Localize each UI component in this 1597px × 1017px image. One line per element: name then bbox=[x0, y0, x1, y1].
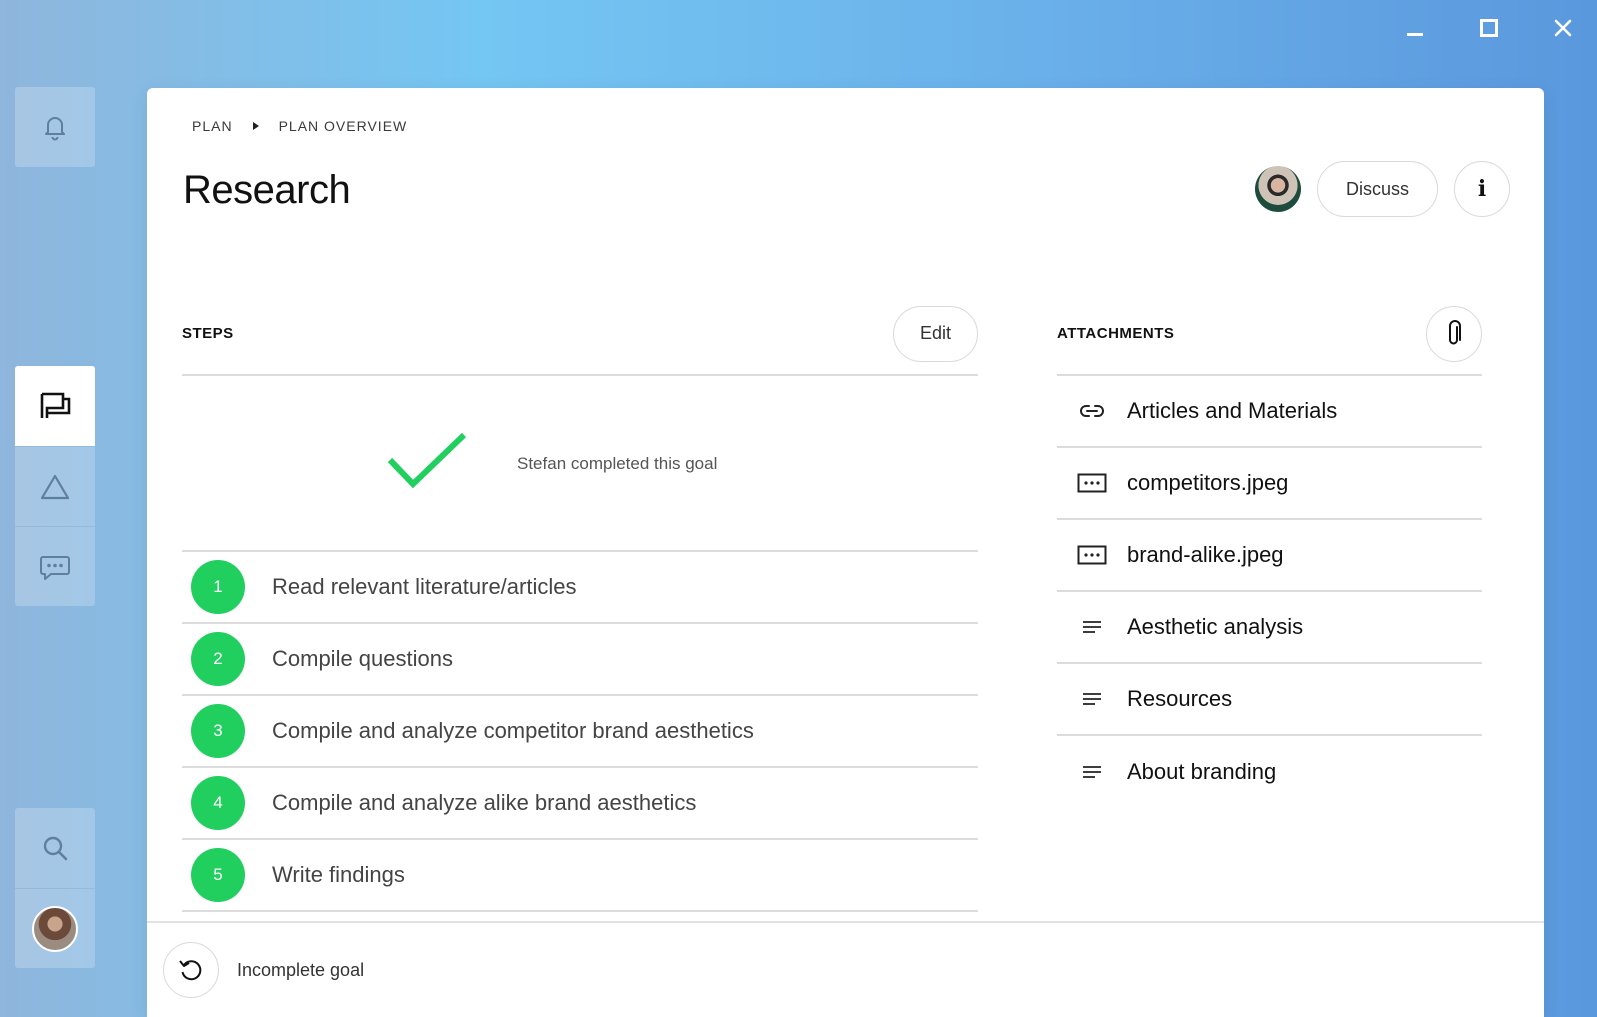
step-row[interactable]: 2 Compile questions bbox=[182, 624, 978, 696]
rail-goals[interactable] bbox=[15, 446, 95, 526]
attach-button[interactable] bbox=[1426, 305, 1482, 362]
attachment-item[interactable]: Resources bbox=[1057, 664, 1482, 736]
triangle-icon bbox=[40, 474, 70, 499]
info-button[interactable]: i bbox=[1454, 161, 1510, 217]
info-icon: i bbox=[1477, 176, 1487, 202]
attachment-name: brand-alike.jpeg bbox=[1127, 542, 1284, 567]
minimize-icon bbox=[1407, 33, 1423, 36]
document-lines-icon bbox=[1083, 693, 1101, 705]
avatar[interactable] bbox=[1254, 166, 1301, 212]
rail-profile[interactable] bbox=[15, 888, 95, 968]
attachment-name: Resources bbox=[1127, 686, 1233, 711]
attachments-panel: ATTACHMENTS Articles and Materials compe… bbox=[1057, 293, 1482, 808]
step-number-badge[interactable]: 4 bbox=[191, 776, 245, 830]
minimize-button[interactable] bbox=[1401, 14, 1429, 42]
document-lines-icon bbox=[1083, 766, 1101, 778]
close-button[interactable] bbox=[1549, 14, 1577, 42]
step-text: Compile questions bbox=[272, 646, 453, 671]
rail-middle-group bbox=[15, 366, 95, 606]
step-row[interactable]: 4 Compile and analyze alike brand aesthe… bbox=[182, 768, 978, 840]
rail-bottom-group bbox=[15, 808, 95, 968]
checkmark-icon bbox=[387, 432, 467, 489]
maximize-button[interactable] bbox=[1475, 14, 1503, 42]
attachment-item[interactable]: competitors.jpeg bbox=[1057, 448, 1482, 520]
step-text: Compile and analyze alike brand aestheti… bbox=[272, 790, 697, 815]
rail-top-group bbox=[15, 87, 95, 167]
rail-chat[interactable] bbox=[15, 526, 95, 606]
search-icon bbox=[43, 836, 68, 861]
rail-plans[interactable] bbox=[15, 366, 95, 446]
step-row[interactable]: 5 Write findings bbox=[182, 840, 978, 912]
attachments-header: ATTACHMENTS bbox=[1057, 293, 1482, 376]
flag-icon bbox=[40, 392, 71, 418]
breadcrumb-plan[interactable]: PLAN bbox=[192, 118, 233, 134]
step-text: Write findings bbox=[272, 862, 405, 887]
incomplete-goal-button[interactable] bbox=[163, 942, 219, 998]
document-lines-icon bbox=[1083, 621, 1101, 633]
attachment-item[interactable]: Aesthetic analysis bbox=[1057, 592, 1482, 664]
steps-label: STEPS bbox=[182, 325, 234, 342]
header-actions: Discuss i bbox=[1254, 161, 1510, 217]
attachment-name: Aesthetic analysis bbox=[1127, 614, 1304, 639]
steps-header: STEPS Edit bbox=[182, 293, 978, 376]
step-row[interactable]: 3 Compile and analyze competitor brand a… bbox=[182, 696, 978, 768]
avatar bbox=[32, 905, 78, 952]
steps-panel: STEPS Edit Stefan completed this goal 1 … bbox=[182, 293, 978, 912]
attachment-name: competitors.jpeg bbox=[1127, 470, 1289, 495]
breadcrumb-plan-overview[interactable]: PLAN OVERVIEW bbox=[279, 118, 408, 134]
step-text: Read relevant literature/articles bbox=[272, 574, 577, 599]
step-number-badge[interactable]: 1 bbox=[191, 560, 245, 614]
image-file-icon bbox=[1077, 545, 1107, 565]
attachment-item[interactable]: Articles and Materials bbox=[1057, 376, 1482, 448]
discuss-button[interactable]: Discuss bbox=[1316, 161, 1438, 217]
step-number-badge[interactable]: 3 bbox=[191, 704, 245, 758]
paperclip-icon bbox=[1449, 319, 1461, 344]
attachment-name: Articles and Materials bbox=[1127, 398, 1338, 423]
page-title: Research bbox=[183, 168, 351, 212]
attachments-label: ATTACHMENTS bbox=[1057, 325, 1175, 342]
step-number-badge[interactable]: 2 bbox=[191, 632, 245, 686]
chevron-right-icon bbox=[252, 122, 259, 130]
maximize-icon bbox=[1480, 19, 1498, 37]
completion-banner: Stefan completed this goal bbox=[182, 376, 978, 552]
step-number-badge[interactable]: 5 bbox=[191, 848, 245, 902]
undo-icon bbox=[179, 960, 202, 981]
attachment-item[interactable]: About branding bbox=[1057, 736, 1482, 808]
completion-message: Stefan completed this goal bbox=[517, 454, 718, 473]
bell-icon bbox=[45, 117, 65, 141]
edit-button[interactable]: Edit bbox=[892, 305, 978, 362]
plan-card: PLAN PLAN OVERVIEW Research Discuss i ST… bbox=[147, 88, 1544, 1017]
step-text: Compile and analyze competitor brand aes… bbox=[272, 718, 754, 743]
breadcrumb: PLAN PLAN OVERVIEW bbox=[192, 118, 407, 134]
rail-search[interactable] bbox=[15, 808, 95, 888]
close-icon bbox=[1554, 19, 1572, 37]
link-icon bbox=[1080, 405, 1104, 417]
window-controls bbox=[1401, 14, 1577, 42]
image-file-icon bbox=[1077, 473, 1107, 493]
attachment-name: About branding bbox=[1127, 759, 1277, 784]
step-row[interactable]: 1 Read relevant literature/articles bbox=[182, 552, 978, 624]
goal-status-bar: Incomplete goal bbox=[147, 921, 1544, 1017]
chat-bubble-icon bbox=[40, 555, 70, 580]
incomplete-goal-label[interactable]: Incomplete goal bbox=[237, 960, 364, 981]
attachment-item[interactable]: brand-alike.jpeg bbox=[1057, 520, 1482, 592]
rail-notifications[interactable] bbox=[15, 87, 95, 167]
